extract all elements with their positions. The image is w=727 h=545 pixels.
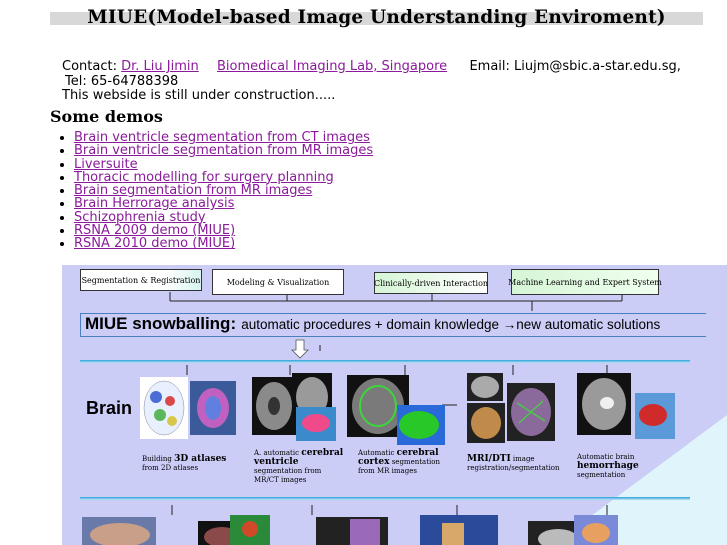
list-item: Brain ventricle segmentation from CT ima… [74,131,373,144]
caption-atlas: Building 3D atlases from 2D atlases [142,454,227,473]
snowballing-title: MIUE snowballing: [85,314,237,333]
ventricle-image [252,373,336,441]
list-item: RSNA 2010 demo (MIUE) [74,237,373,250]
demos-heading: Some demos [50,107,163,126]
demos-list: Brain ventricle segmentation from CT ima… [58,131,373,251]
contact-email: Email: Liujm@sbic.a-star.edu.sg, [469,59,681,74]
list-item: Thoracic modelling for surgery planning [74,171,373,184]
list-item: Brain ventricle segmentation from MR ima… [74,144,373,157]
brain-atlas-image [140,377,236,439]
contact-tel: Tel: 65-64788398 [65,73,179,89]
hemorrhage-image [577,373,675,439]
caption-cortex: Automatic cerebral cortex segmentation f… [358,448,440,476]
page-title: MIUE(Model-based Image Understanding Env… [87,7,666,28]
caption-ventricle: A. automatic cerebral ventricle segmenta… [254,448,344,485]
list-item: Brain Herrorage analysis [74,197,373,210]
list-item: RSNA 2009 demo (MIUE) [74,224,373,237]
list-item: Brain segmentation from MR images [74,184,373,197]
list-item: Liversuite [74,157,373,171]
mri-dti-image [467,373,555,443]
bottom-row-images [82,515,618,545]
divider-line [80,360,690,363]
snowballing-text: automatic procedures + domain knowledge … [241,317,661,332]
lab-link[interactable]: Biomedical Imaging Lab, Singapore [217,59,447,74]
cortex-image [347,375,445,445]
contact-label: Contact: [62,59,117,74]
contact-block: Contact: Dr. Liu Jimin Biomedical Imagin… [62,59,681,104]
list-item: Schizophrenia study [74,211,373,224]
miue-diagram-image: Segmentation & Registration Modeling & V… [62,265,727,545]
divider-line [80,497,690,500]
brain-section-label: Brain [86,398,133,418]
contact-person-link[interactable]: Dr. Liu Jimin [121,59,199,74]
caption-mri-dti: MRI/DTI image registration/segmentation [467,454,560,473]
demo-link[interactable]: RSNA 2010 demo (MIUE) [74,236,235,251]
snowballing-banner: MIUE snowballing: automatic procedures +… [80,313,706,337]
construction-notice: This webside is still under construction… [62,88,336,103]
caption-hemorrhage: Automatic brain hemorrhage segmentation [577,453,639,479]
